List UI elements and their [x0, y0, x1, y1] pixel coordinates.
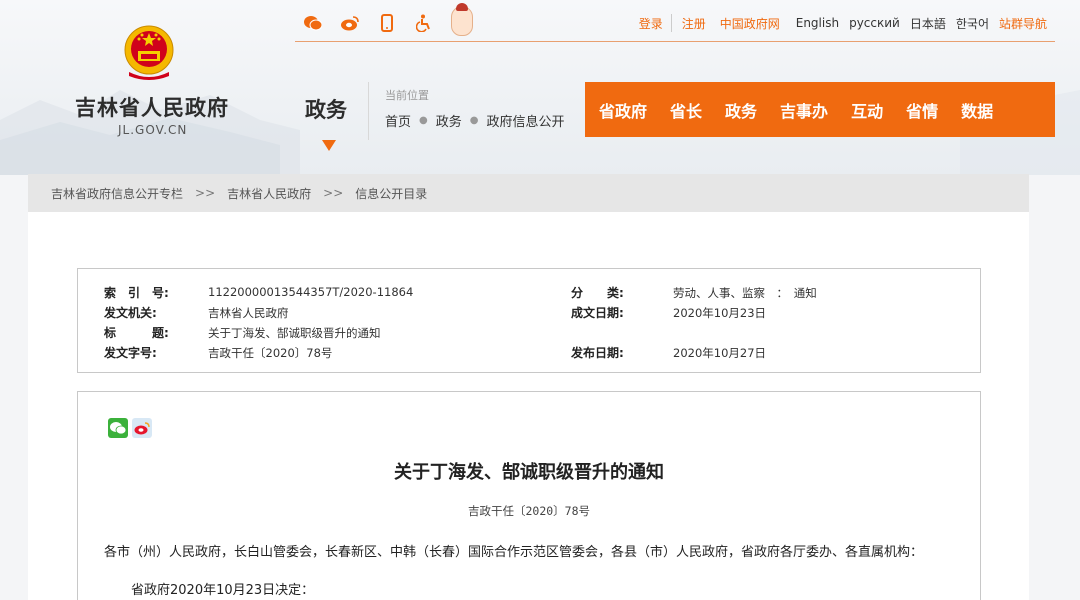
position-label: 当前位置 [385, 89, 429, 102]
nav-item-provincial-gov[interactable]: 省政府 [599, 98, 647, 122]
russian-link[interactable]: русский [849, 16, 900, 30]
login-link[interactable]: 登录 [639, 15, 663, 32]
article-title: 关于丁海发、郜诚职级晋升的通知 [394, 462, 664, 483]
weibo-share-icon[interactable] [132, 418, 152, 438]
category-label: 分 类: [571, 286, 624, 300]
register-link[interactable]: 注册 [682, 15, 706, 32]
issuer-label: 发文机关: [104, 306, 157, 320]
position-crumb-disclosure[interactable]: 政府信息公开 [487, 111, 565, 130]
wechat-share-icon[interactable] [108, 418, 128, 438]
section-arrow-icon [322, 140, 336, 151]
english-link[interactable]: English [796, 16, 839, 30]
article-decision: 省政府2020年10月23日决定： [131, 583, 315, 598]
docno-value: 吉政干任〔2020〕78号 [208, 346, 333, 360]
title-label: 标 题: [104, 326, 169, 340]
nav-item-affairs[interactable]: 政务 [725, 98, 757, 122]
breadcrumb: 吉林省政府信息公开专栏 >> 吉林省人民政府 >> 信息公开目录 [28, 174, 1029, 212]
divider [368, 82, 369, 140]
docno-label: 发文字号: [104, 346, 157, 360]
article-recipients: 各市（州）人民政府，长白山管委会，长春新区、中韩（长春）国际合作示范区管委会，各… [104, 545, 924, 560]
section-title: 政务 [305, 98, 347, 122]
korean-link[interactable]: 한국어 [956, 15, 989, 32]
main-nav: 省政府 省长 政务 吉事办 互动 省情 数据 [585, 82, 1055, 137]
position-crumb-affairs[interactable]: 政务 [436, 111, 462, 130]
issuer-value: 吉林省人民政府 [208, 306, 289, 320]
title-value: 关于丁海发、郜诚职级晋升的通知 [208, 326, 381, 340]
written-date-label: 成文日期: [571, 306, 624, 320]
nav-item-interaction[interactable]: 互动 [851, 98, 883, 122]
position-crumb-home[interactable]: 首页 [385, 111, 411, 130]
gov-cn-link[interactable]: 中国政府网 [720, 15, 780, 32]
document-info-box: 索 引 号: 11220000013544357T/2020-11864 发文机… [77, 268, 981, 373]
published-date-label: 发布日期: [571, 346, 624, 360]
mascot-icon[interactable] [451, 3, 473, 36]
dot-separator: ● [419, 115, 428, 126]
index-value: 11220000013544357T/2020-11864 [208, 285, 414, 299]
top-links: 登录 注册 中国政府网 English русский 日本語 한국어 站群导航 [629, 14, 1047, 32]
breadcrumb-item-government[interactable]: 吉林省人民政府 [227, 185, 311, 202]
breadcrumb-separator: >> [195, 186, 216, 200]
index-label: 索 引 号: [104, 286, 169, 300]
position-breadcrumb: 首页 ● 政务 ● 政府信息公开 [385, 111, 565, 130]
written-date-value: 2020年10月23日 [673, 306, 767, 320]
nav-item-data[interactable]: 数据 [961, 98, 993, 122]
top-utility-bar: 登录 注册 中国政府网 English русский 日本語 한국어 站群导航 [295, 0, 1055, 42]
nav-item-services[interactable]: 吉事办 [780, 98, 828, 122]
share-bar [108, 418, 152, 438]
nav-item-province-info[interactable]: 省情 [906, 98, 938, 122]
article-box [77, 391, 981, 600]
breadcrumb-item-catalog[interactable]: 信息公开目录 [355, 185, 427, 202]
weibo-icon[interactable] [340, 13, 360, 33]
nav-item-governor[interactable]: 省长 [670, 98, 702, 122]
top-icons [303, 3, 473, 38]
japanese-link[interactable]: 日本語 [910, 15, 946, 32]
accessibility-icon[interactable] [414, 13, 434, 33]
wechat-icon[interactable] [303, 13, 323, 33]
breadcrumb-separator: >> [323, 186, 344, 200]
article-doc-number: 吉政干任〔2020〕78号 [467, 504, 591, 518]
dot-separator: ● [469, 115, 479, 126]
site-title[interactable]: 吉林省人民政府 [75, 92, 229, 122]
published-date-value: 2020年10月27日 [673, 346, 767, 360]
site-nav-link[interactable]: 站群导航 [999, 15, 1047, 32]
mobile-icon[interactable] [377, 13, 397, 33]
category-value: 劳动、人事、监察 ： 通知 [673, 286, 817, 300]
breadcrumb-item-column[interactable]: 吉林省政府信息公开专栏 [51, 185, 183, 202]
national-emblem-icon[interactable] [123, 24, 175, 80]
site-domain: JL.GOV.CN [118, 123, 188, 137]
divider [670, 14, 672, 32]
